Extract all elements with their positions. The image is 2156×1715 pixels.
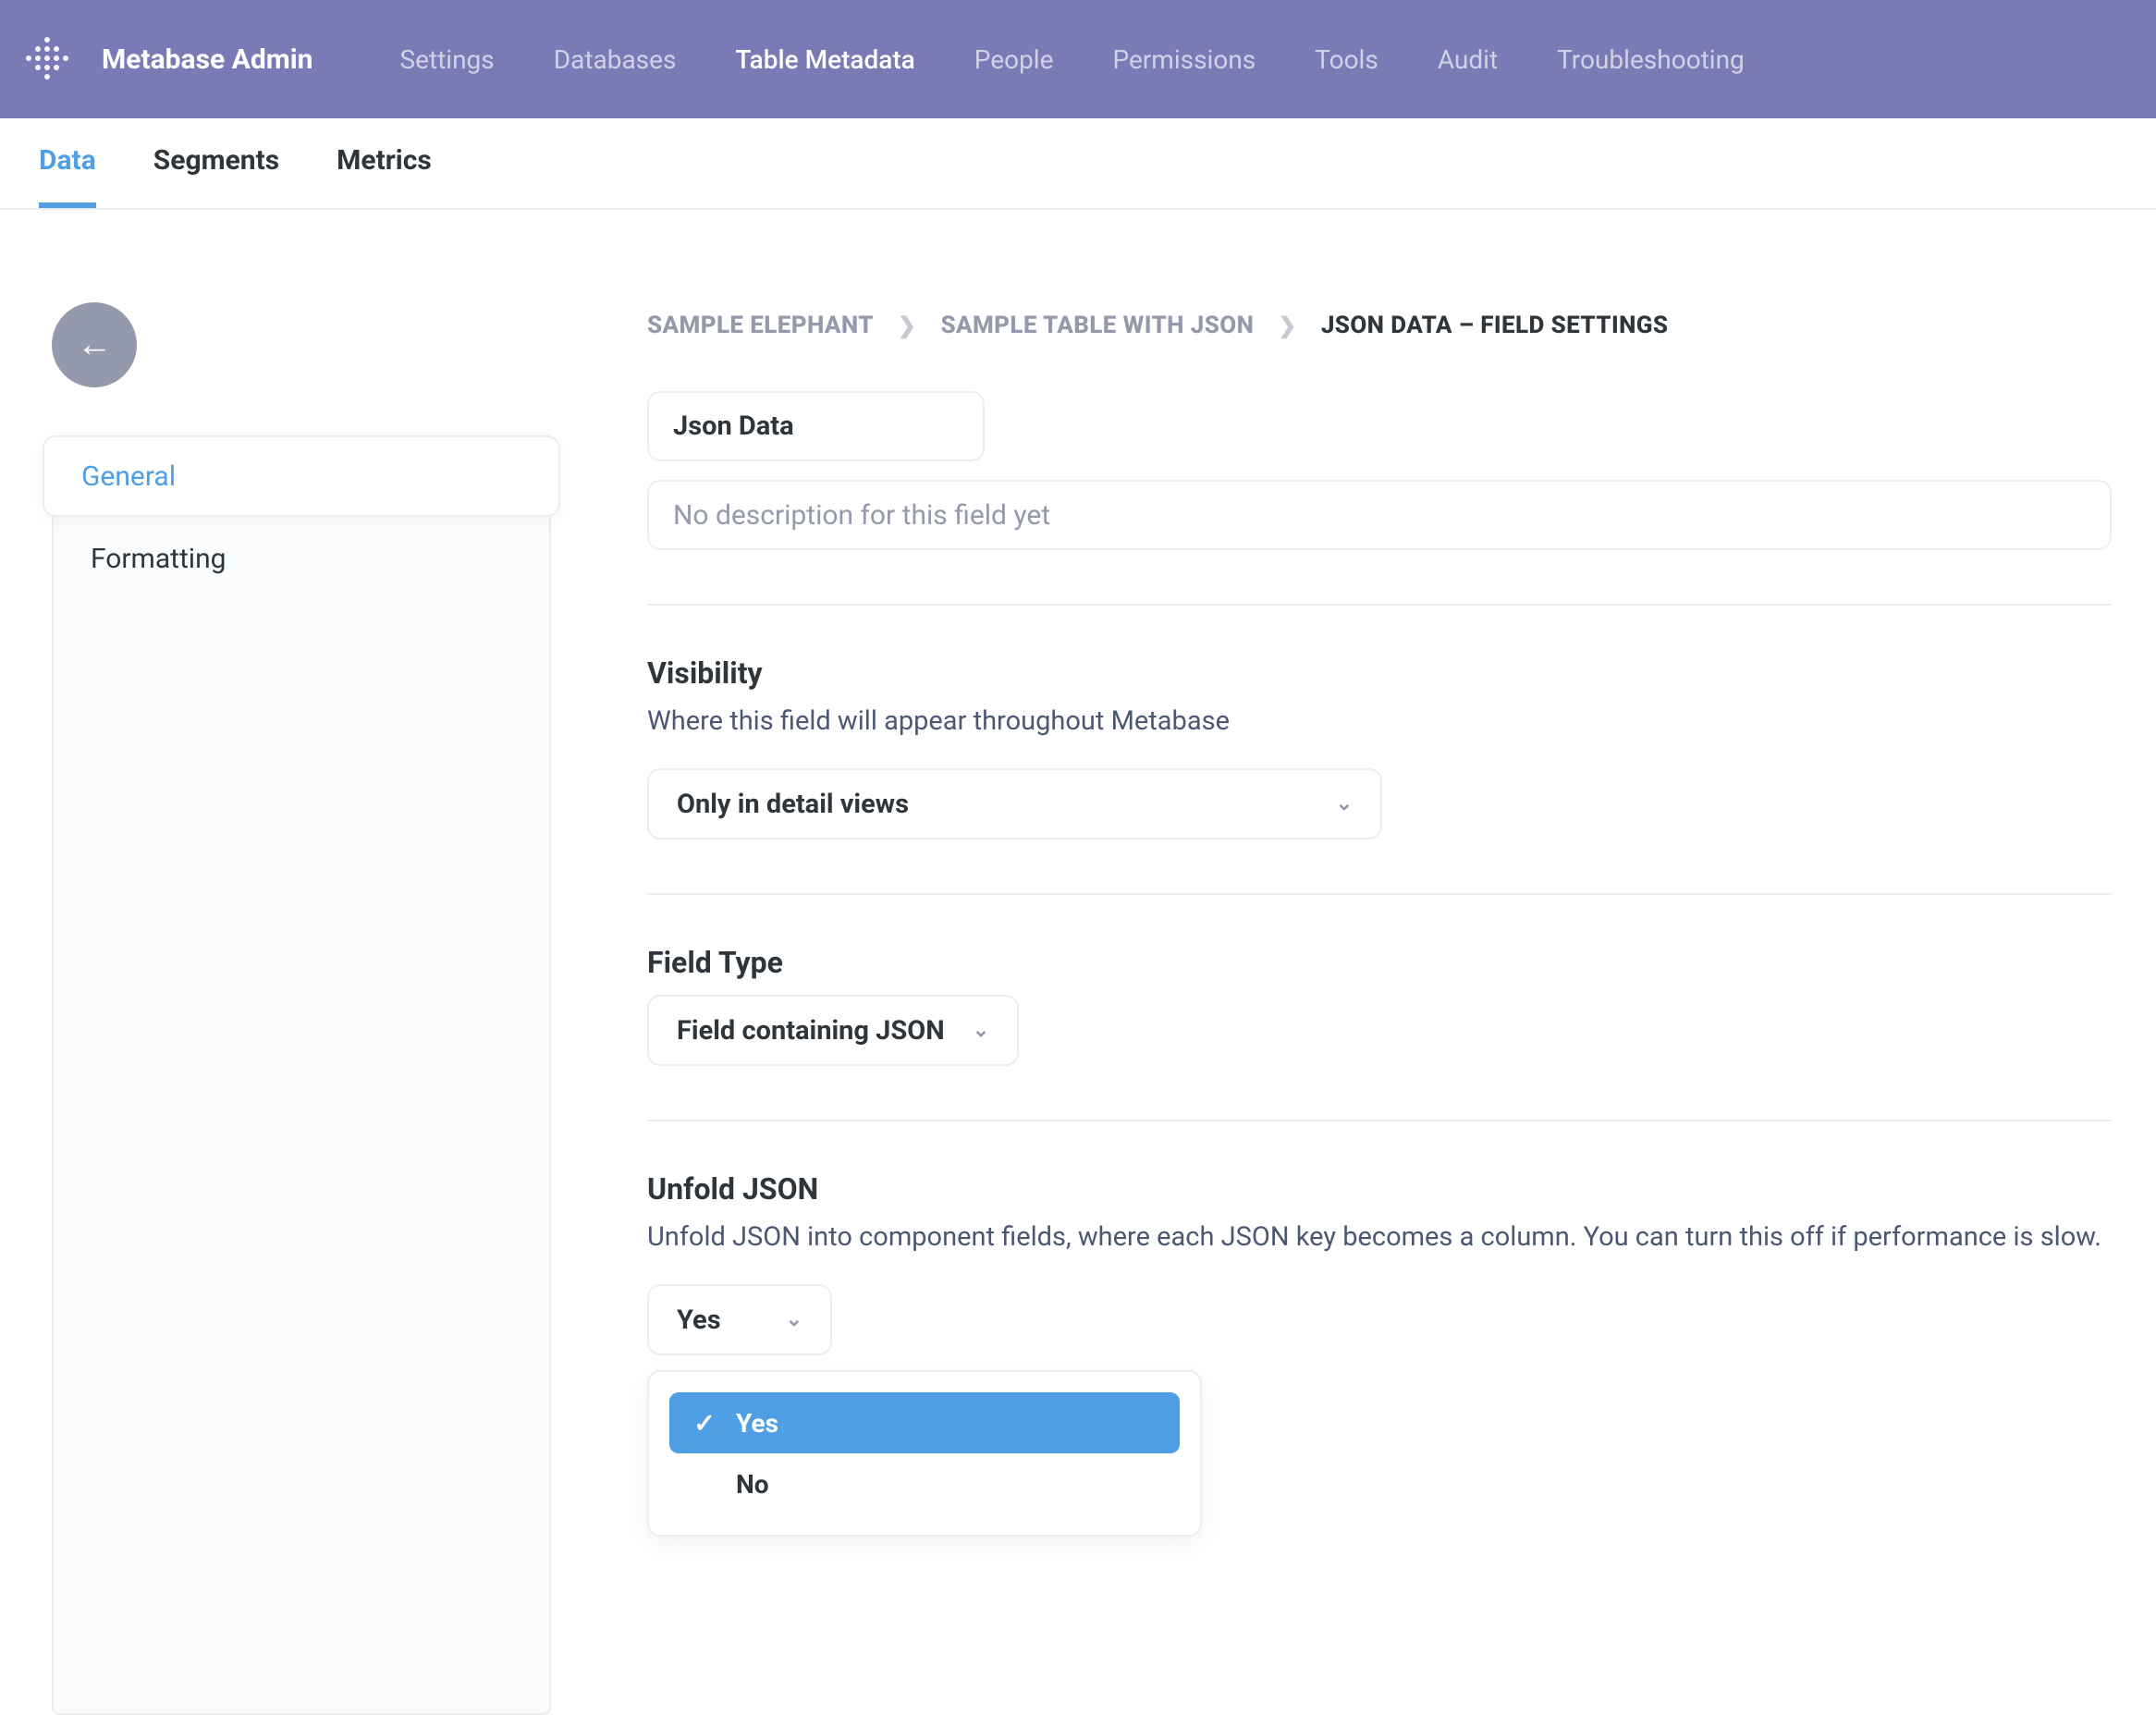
nav-databases[interactable]: Databases (554, 44, 677, 75)
right-column: SAMPLE ELEPHANT ❯ SAMPLE TABLE WITH JSON… (592, 210, 2156, 1590)
unfold-select[interactable]: Yes ⌄ (647, 1284, 832, 1355)
chevron-down-icon: ⌄ (786, 1308, 802, 1331)
nav-audit[interactable]: Audit (1438, 44, 1498, 75)
sidebar-item-formatting[interactable]: Formatting (91, 543, 512, 575)
admin-topbar: Metabase Admin Settings Databases Table … (0, 0, 2156, 118)
sidebar-item-general[interactable]: General (43, 435, 560, 517)
arrow-left-icon: ← (77, 327, 112, 362)
field-type-title: Field Type (647, 945, 2112, 980)
nav-tools[interactable]: Tools (1315, 44, 1378, 75)
unfold-title: Unfold JSON (647, 1171, 2112, 1207)
section-unfold-json: Unfold JSON Unfold JSON into component f… (647, 1121, 2112, 1590)
unfold-desc: Unfold JSON into component fields, where… (647, 1221, 2112, 1253)
field-type-select[interactable]: Field containing JSON ⌄ (647, 995, 1019, 1066)
tab-segments[interactable]: Segments (153, 144, 279, 208)
nav-settings[interactable]: Settings (399, 44, 494, 75)
field-description-input[interactable]: No description for this field yet (647, 480, 2112, 550)
visibility-title: Visibility (647, 655, 2112, 691)
crumb-database[interactable]: SAMPLE ELEPHANT (647, 312, 874, 339)
subtabs: Data Segments Metrics (0, 118, 2156, 210)
chevron-right-icon: ❯ (1278, 312, 1297, 338)
tab-metrics[interactable]: Metrics (337, 144, 432, 208)
check-icon: ✓ (692, 1408, 717, 1439)
tab-data[interactable]: Data (39, 144, 96, 208)
unfold-option-yes[interactable]: ✓ Yes (669, 1392, 1180, 1453)
unfold-value: Yes (677, 1305, 721, 1336)
nav-table-metadata[interactable]: Table Metadata (735, 44, 914, 75)
unfold-option-no-label: No (736, 1469, 769, 1500)
crumb-current: JSON DATA – FIELD SETTINGS (1321, 312, 1669, 339)
field-name-value: Json Data (673, 410, 794, 442)
unfold-option-yes-label: Yes (736, 1408, 778, 1439)
chevron-down-icon: ⌄ (973, 1019, 989, 1042)
field-type-value: Field containing JSON (677, 1015, 945, 1047)
admin-title: Metabase Admin (102, 43, 312, 76)
unfold-dropdown: ✓ Yes No (647, 1370, 1202, 1537)
nav-permissions[interactable]: Permissions (1112, 44, 1256, 75)
admin-nav: Settings Databases Table Metadata People… (399, 44, 1744, 75)
sidebar-panel: Formatting (52, 513, 551, 1715)
page-body: ← General Formatting SAMPLE ELEPHANT ❯ S… (0, 210, 2156, 1715)
back-button[interactable]: ← (52, 302, 137, 387)
left-column: ← General Formatting (0, 210, 592, 1715)
breadcrumb: SAMPLE ELEPHANT ❯ SAMPLE TABLE WITH JSON… (647, 312, 2112, 339)
visibility-select[interactable]: Only in detail views ⌄ (647, 768, 1382, 839)
section-visibility: Visibility Where this field will appear … (647, 606, 2112, 893)
field-description-placeholder: No description for this field yet (673, 499, 1050, 532)
chevron-down-icon: ⌄ (1336, 792, 1353, 815)
section-field-type: Field Type Field containing JSON ⌄ (647, 895, 2112, 1120)
visibility-value: Only in detail views (677, 789, 909, 820)
field-name-input[interactable]: Json Data (647, 391, 985, 461)
chevron-right-icon: ❯ (898, 312, 917, 338)
metabase-logo (26, 37, 70, 81)
visibility-desc: Where this field will appear throughout … (647, 705, 2112, 737)
crumb-table[interactable]: SAMPLE TABLE WITH JSON (940, 312, 1254, 339)
sidebar-general-label: General (81, 460, 176, 493)
unfold-option-no[interactable]: No (669, 1453, 1180, 1514)
nav-troubleshooting[interactable]: Troubleshooting (1557, 44, 1745, 75)
nav-people[interactable]: People (974, 44, 1054, 75)
